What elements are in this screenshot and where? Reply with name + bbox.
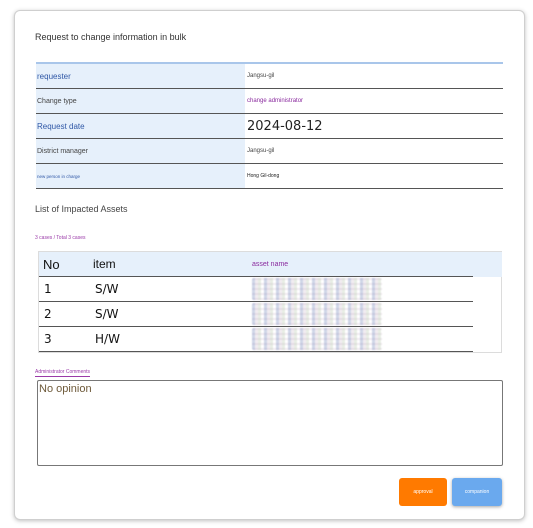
header-extension [473,252,502,277]
request-date-value: 2024-08-12 [247,118,323,134]
page-title: Request to change information in bulk [35,32,187,42]
row-asset-name [252,327,473,351]
redacted-asset-name [252,303,382,325]
district-manager-label: District manager [36,139,245,163]
row-item: H/W [95,332,120,346]
new-person-label: new person in charge [36,164,245,188]
row-asset-name [252,302,473,326]
info-row-request-date: Request date 2024-08-12 [36,114,503,139]
district-manager-value: Jangsu-gil [247,148,275,154]
row-item: S/W [95,307,119,321]
impacted-assets-title: List of Impacted Assets [35,204,128,214]
header-item: item [93,257,116,271]
info-row-district-manager: District manager Jangsu-gil [36,139,503,164]
row-item: S/W [95,282,119,296]
row-asset-name [252,277,473,301]
header-asset-name: asset name [252,260,289,268]
comments-textarea[interactable]: No opinion [37,380,503,466]
new-person-value: Hong Gil-dong [247,173,280,179]
requester-label: requester [36,64,245,88]
row-no: 3 [44,332,52,346]
companion-button[interactable]: companion [452,478,502,506]
header-no: No [43,256,60,272]
asset-count: 3 cases / Total 3 cases [35,235,86,241]
row-no: 2 [44,307,52,321]
redacted-asset-name [252,278,382,300]
request-info-table: requester Jangsu-gil Change type change … [36,62,503,189]
request-date-label: Request date [36,114,245,138]
request-card: Request to change information in bulk re… [14,10,525,520]
table-row[interactable]: 2 S/W [39,302,473,327]
requester-value: Jangsu-gil [247,73,275,79]
approval-button[interactable]: approval [399,478,447,506]
asset-table: No item asset name 1 S/W 2 S/W 3 H/W [38,251,502,353]
table-row[interactable]: 1 S/W [39,277,473,302]
change-type-label: Change type [36,89,245,113]
info-row-new-person: new person in charge Hong Gil-dong [36,164,503,189]
change-type-value: change administrator [247,98,304,104]
row-no: 1 [44,282,52,296]
comments-label: Administrator Comments [35,369,91,377]
info-row-change-type: Change type change administrator [36,89,503,114]
redacted-asset-name [252,328,382,350]
info-row-requester: requester Jangsu-gil [36,64,503,89]
asset-table-header: No item asset name [39,252,473,277]
table-row[interactable]: 3 H/W [39,327,473,352]
